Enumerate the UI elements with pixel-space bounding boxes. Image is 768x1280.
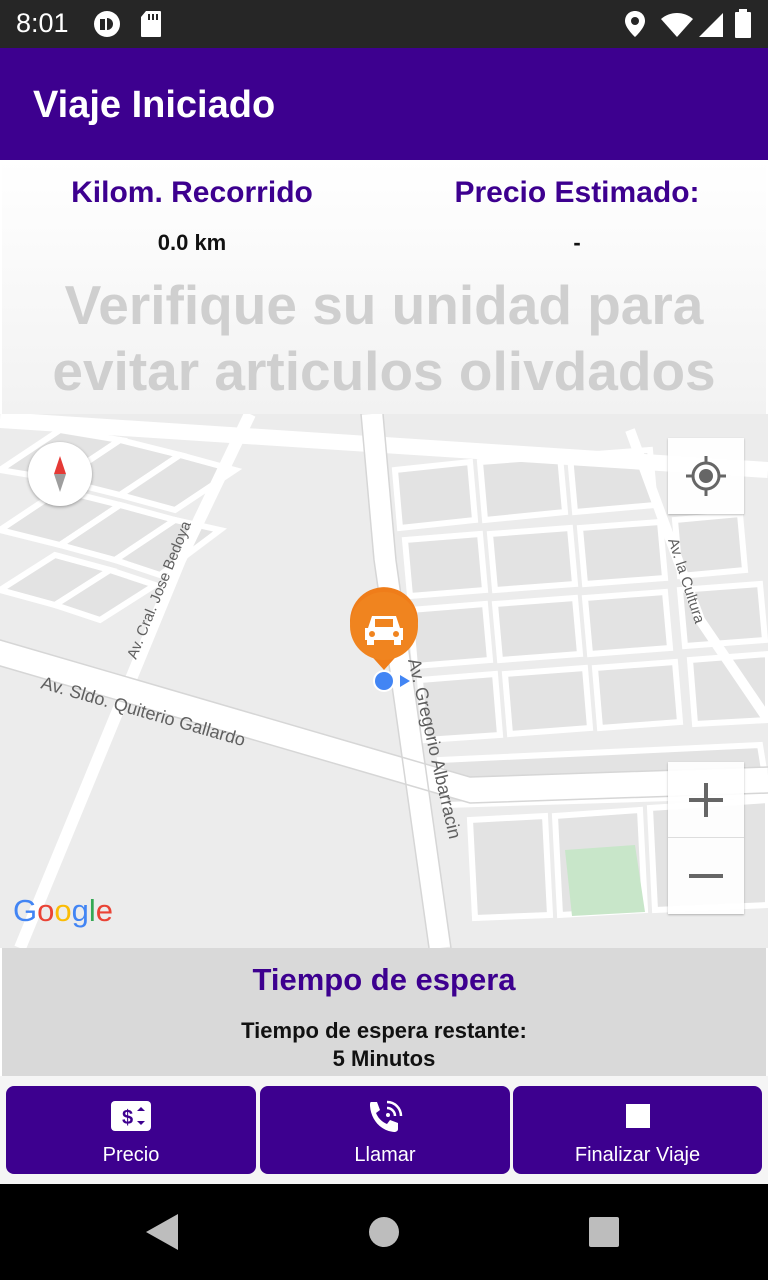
distance-value: 0.0 km — [157, 230, 227, 255]
google-logo: Google — [13, 893, 114, 928]
minus-icon — [689, 874, 723, 878]
wait-time-panel: Tiempo de espera Tiempo de espera restan… — [2, 948, 766, 1076]
compass-button[interactable] — [28, 442, 92, 506]
my-location-icon — [686, 456, 726, 496]
svg-text:$: $ — [122, 1107, 133, 1129]
price-label: Precio Estimado: — [454, 176, 700, 209]
trip-info-panel: Kilom. Recorrido 0.0 km Precio Estimado:… — [2, 160, 766, 414]
sd-card-icon — [141, 11, 161, 37]
app-bar: Viaje Iniciado — [0, 48, 768, 160]
home-icon[interactable] — [368, 1216, 400, 1248]
status-bar: 8:01 — [0, 0, 768, 48]
back-icon[interactable] — [144, 1212, 180, 1252]
price-icon: $ — [111, 1101, 151, 1131]
location-icon — [625, 11, 645, 37]
call-button[interactable]: Llamar — [260, 1086, 510, 1174]
my-location-button[interactable] — [668, 438, 744, 514]
compass-icon — [54, 456, 66, 492]
wait-title: Tiempo de espera — [252, 962, 516, 997]
zoom-in-button[interactable] — [668, 762, 744, 838]
price-button[interactable]: $ Precio — [6, 1086, 256, 1174]
action-bar: $ Precio Llamar Finalizar Viaje — [0, 1076, 768, 1184]
stop-icon — [625, 1104, 650, 1128]
notification-badge-icon — [94, 11, 120, 37]
finish-trip-button[interactable]: Finalizar Viaje — [513, 1086, 762, 1174]
system-nav-bar — [0, 1184, 768, 1280]
plus-icon — [689, 783, 723, 817]
map-view[interactable]: Av. Sldo. Quiterio Gallardo Av. Gregorio… — [0, 414, 768, 948]
price-value: - — [573, 230, 581, 255]
distance-label: Kilom. Recorrido — [71, 176, 313, 209]
status-time: 8:01 — [16, 8, 69, 38]
cell-signal-icon — [699, 13, 723, 37]
wait-remaining-label: Tiempo de espera restante: — [241, 1018, 527, 1043]
wait-remaining-value: 5 Minutos — [332, 1046, 436, 1071]
call-button-label: Llamar — [354, 1144, 416, 1166]
zoom-out-button[interactable] — [668, 838, 744, 914]
battery-icon — [735, 9, 751, 38]
forgotten-items-warning: Verifique su unidad para evitar articulo… — [52, 274, 716, 402]
recents-icon[interactable] — [588, 1216, 620, 1248]
map-tiles: Av. Sldo. Quiterio Gallardo Av. Gregorio… — [0, 414, 768, 948]
wifi-icon — [661, 13, 693, 37]
page-title: Viaje Iniciado — [33, 84, 276, 126]
price-button-label: Precio — [102, 1144, 160, 1166]
phone-call-icon — [370, 1100, 403, 1132]
finish-trip-button-label: Finalizar Viaje — [574, 1144, 701, 1166]
zoom-controls — [668, 762, 744, 914]
